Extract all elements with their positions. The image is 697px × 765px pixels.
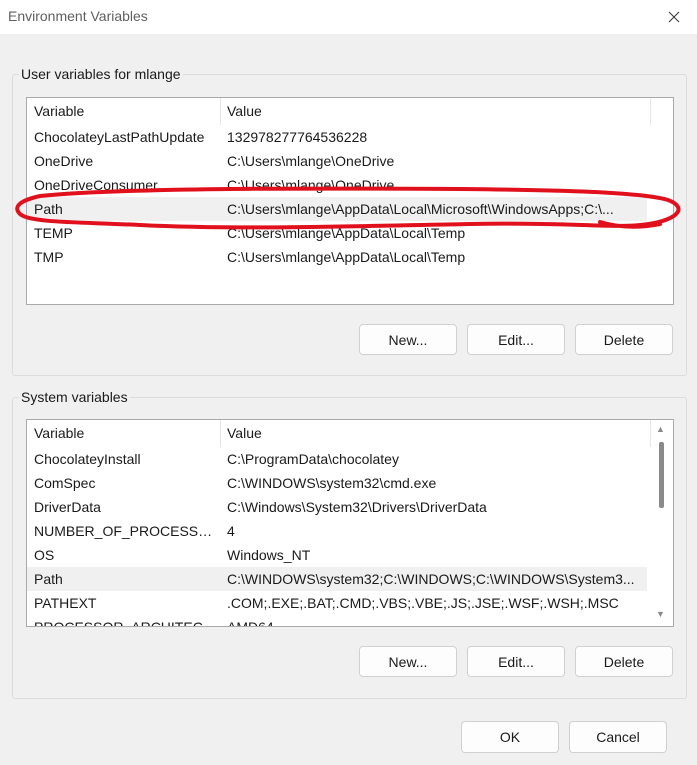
scrollbar-thumb[interactable] bbox=[659, 442, 664, 508]
variable-name: Path bbox=[34, 201, 63, 217]
scroll-up-icon[interactable]: ▲ bbox=[656, 425, 665, 434]
variable-name: DriverData bbox=[34, 499, 101, 515]
system-delete-button[interactable]: Delete bbox=[575, 646, 673, 677]
variable-name: TMP bbox=[34, 249, 64, 265]
column-header-value[interactable]: Value bbox=[220, 98, 650, 125]
variable-name: OneDriveConsumer bbox=[34, 177, 158, 193]
system-variables-label: System variables bbox=[19, 389, 130, 405]
table-row[interactable]: NUMBER_OF_PROCESSORS 4 bbox=[27, 519, 647, 543]
column-header-variable[interactable]: Variable bbox=[27, 98, 220, 125]
table-row[interactable]: TEMP C:\Users\mlange\AppData\Local\Temp bbox=[27, 221, 647, 245]
table-row[interactable]: ChocolateyLastPathUpdate 1329782777645362… bbox=[27, 125, 647, 149]
variable-value: 132978277764536228 bbox=[227, 129, 368, 145]
variable-name: ChocolateyInstall bbox=[34, 451, 141, 467]
user-variables-list[interactable]: Variable Value ChocolateyLastPathUpdate 1… bbox=[26, 97, 674, 305]
variable-value: C:\Users\mlange\AppData\Local\Temp bbox=[227, 225, 466, 241]
user-new-button[interactable]: New... bbox=[359, 324, 457, 355]
close-button[interactable] bbox=[651, 0, 697, 34]
system-edit-button[interactable]: Edit... bbox=[467, 646, 565, 677]
variable-name: ComSpec bbox=[34, 475, 96, 491]
table-row[interactable]: OS Windows_NT bbox=[27, 543, 647, 567]
variable-value: .COM;.EXE;.BAT;.CMD;.VBS;.VBE;.JS;.JSE;.… bbox=[227, 595, 619, 611]
cancel-button[interactable]: Cancel bbox=[569, 721, 667, 753]
table-row[interactable]: ComSpec C:\WINDOWS\system32\cmd.exe bbox=[27, 471, 647, 495]
user-variables-label: User variables for mlange bbox=[19, 66, 183, 82]
variable-value: C:\WINDOWS\system32\cmd.exe bbox=[227, 475, 437, 491]
variable-name: TEMP bbox=[34, 225, 73, 241]
column-header-value[interactable]: Value bbox=[220, 420, 650, 447]
user-delete-button[interactable]: Delete bbox=[575, 324, 673, 355]
variable-value: AMD64 bbox=[227, 619, 274, 627]
system-new-button[interactable]: New... bbox=[359, 646, 457, 677]
table-row[interactable]: ChocolateyInstall C:\ProgramData\chocolat… bbox=[27, 447, 647, 471]
variable-name: OS bbox=[34, 547, 55, 563]
column-separator[interactable] bbox=[650, 420, 651, 447]
system-variables-list[interactable]: Variable Value ChocolateyInstall C:\Progr… bbox=[26, 419, 674, 627]
variable-name: PATHEXT bbox=[34, 595, 97, 611]
variable-value: 4 bbox=[227, 523, 235, 539]
table-row[interactable]: TMP C:\Users\mlange\AppData\Local\Temp bbox=[27, 245, 647, 269]
variable-value: Windows_NT bbox=[227, 547, 311, 563]
close-icon bbox=[668, 11, 680, 23]
variable-value: C:\WINDOWS\system32;C:\WINDOWS;C:\WINDOW… bbox=[227, 571, 635, 587]
variable-value: C:\Users\mlange\OneDrive bbox=[227, 177, 395, 193]
table-row[interactable]: PATHEXT .COM;.EXE;.BAT;.CMD;.VBS;.VBE;.JS… bbox=[27, 591, 647, 615]
ok-button[interactable]: OK bbox=[461, 721, 559, 753]
table-row[interactable]: OneDrive C:\Users\mlange\OneDrive bbox=[27, 149, 647, 173]
table-row[interactable]: Path C:\Users\mlange\AppData\Local\Micros… bbox=[27, 197, 647, 221]
list-header: Variable Value bbox=[27, 98, 673, 125]
table-row[interactable]: PROCESSOR_ARCHITECTURE AMD64 bbox=[27, 615, 647, 627]
user-edit-button[interactable]: Edit... bbox=[467, 324, 565, 355]
column-header-variable[interactable]: Variable bbox=[27, 420, 220, 447]
scroll-down-icon[interactable]: ▼ bbox=[656, 610, 665, 619]
variable-value: C:\Users\mlange\AppData\Local\Temp bbox=[227, 249, 466, 265]
variable-value: C:\Windows\System32\Drivers\DriverData bbox=[227, 499, 487, 515]
table-row[interactable]: Path C:\WINDOWS\system32;C:\WINDOWS;C:\WI… bbox=[27, 567, 647, 591]
variable-name: NUMBER_OF_PROCESSORS bbox=[34, 523, 219, 539]
table-row[interactable]: DriverData C:\Windows\System32\Drivers\Dr… bbox=[27, 495, 647, 519]
variable-value: C:\ProgramData\chocolatey bbox=[227, 451, 399, 467]
list-header: Variable Value bbox=[27, 420, 673, 447]
variable-value: C:\Users\mlange\OneDrive bbox=[227, 153, 395, 169]
variable-value: C:\Users\mlange\AppData\Local\Microsoft\… bbox=[227, 201, 614, 217]
column-separator[interactable] bbox=[650, 98, 651, 125]
variable-name: OneDrive bbox=[34, 153, 94, 169]
variable-name: Path bbox=[34, 571, 63, 587]
variable-name: PROCESSOR_ARCHITECTURE bbox=[34, 619, 219, 627]
title-bar: Environment Variables bbox=[0, 0, 697, 34]
table-row[interactable]: OneDriveConsumer C:\Users\mlange\OneDrive bbox=[27, 173, 647, 197]
variable-name: ChocolateyLastPathUpdate bbox=[34, 129, 205, 145]
vertical-scrollbar[interactable]: ▲ ▼ bbox=[653, 420, 671, 624]
window-title: Environment Variables bbox=[8, 8, 148, 24]
